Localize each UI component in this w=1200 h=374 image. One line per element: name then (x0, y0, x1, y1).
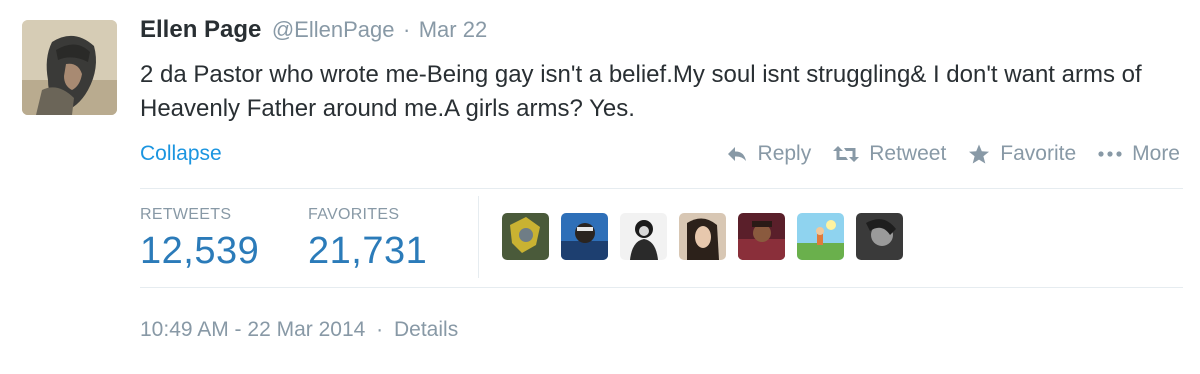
collapse-link[interactable]: Collapse (140, 142, 222, 166)
retweet-icon (833, 146, 860, 162)
tweet-actions: Reply Retweet Favorite More (726, 142, 1180, 166)
profile-avatar[interactable] (22, 20, 117, 115)
star-icon (969, 144, 990, 163)
tweet-header: Ellen Page @EllenPage · Mar 22 (140, 16, 487, 44)
stats-bottom-divider (140, 287, 1183, 288)
retweets-stat[interactable]: RETWEETS 12,539 (140, 206, 259, 273)
favoriter-avatar[interactable] (620, 213, 667, 260)
more-label: More (1132, 142, 1180, 165)
favoriter-avatar[interactable] (797, 213, 844, 260)
favoriter-avatar[interactable] (856, 213, 903, 260)
ellipsis-icon (1098, 151, 1122, 157)
tweet-timestamp[interactable]: 10:49 AM - 22 Mar 2014 (140, 318, 365, 341)
tweet-card: Ellen Page @EllenPage · Mar 22 2 da Past… (0, 0, 1200, 374)
reply-button[interactable]: Reply (726, 142, 812, 166)
more-button[interactable]: More (1098, 142, 1180, 166)
details-link[interactable]: Details (394, 318, 458, 341)
header-separator: · (402, 17, 411, 42)
reply-label: Reply (757, 142, 812, 165)
retweet-button[interactable]: Retweet (833, 142, 946, 166)
favorites-stat[interactable]: FAVORITES 21,731 (308, 206, 427, 273)
favorite-label: Favorite (1000, 142, 1077, 165)
author-username[interactable]: @EllenPage (272, 17, 395, 42)
author-fullname[interactable]: Ellen Page (140, 16, 261, 43)
tweet-footer: 10:49 AM - 22 Mar 2014 · Details (140, 318, 458, 342)
favoriter-avatar[interactable] (502, 213, 549, 260)
favoriters-avatars (502, 213, 903, 260)
favoriter-avatar[interactable] (738, 213, 785, 260)
stats-vertical-divider (478, 196, 479, 278)
tweet-text: 2 da Pastor who wrote me-Being gay isn't… (140, 61, 1142, 122)
favoriter-avatar[interactable] (561, 213, 608, 260)
retweet-label: Retweet (869, 142, 947, 165)
reply-arrow-icon (727, 147, 746, 161)
tweet-date[interactable]: Mar 22 (419, 17, 487, 42)
avatar-photo (22, 20, 117, 115)
favorites-stat-value: 21,731 (308, 230, 428, 272)
retweets-stat-label: RETWEETS (140, 206, 232, 223)
stats-top-divider (140, 188, 1183, 189)
favorite-button[interactable]: Favorite (968, 142, 1076, 166)
retweets-stat-value: 12,539 (140, 230, 260, 272)
footer-separator: · (376, 318, 384, 341)
favorites-stat-label: FAVORITES (308, 206, 400, 223)
favoriter-avatar[interactable] (679, 213, 726, 260)
